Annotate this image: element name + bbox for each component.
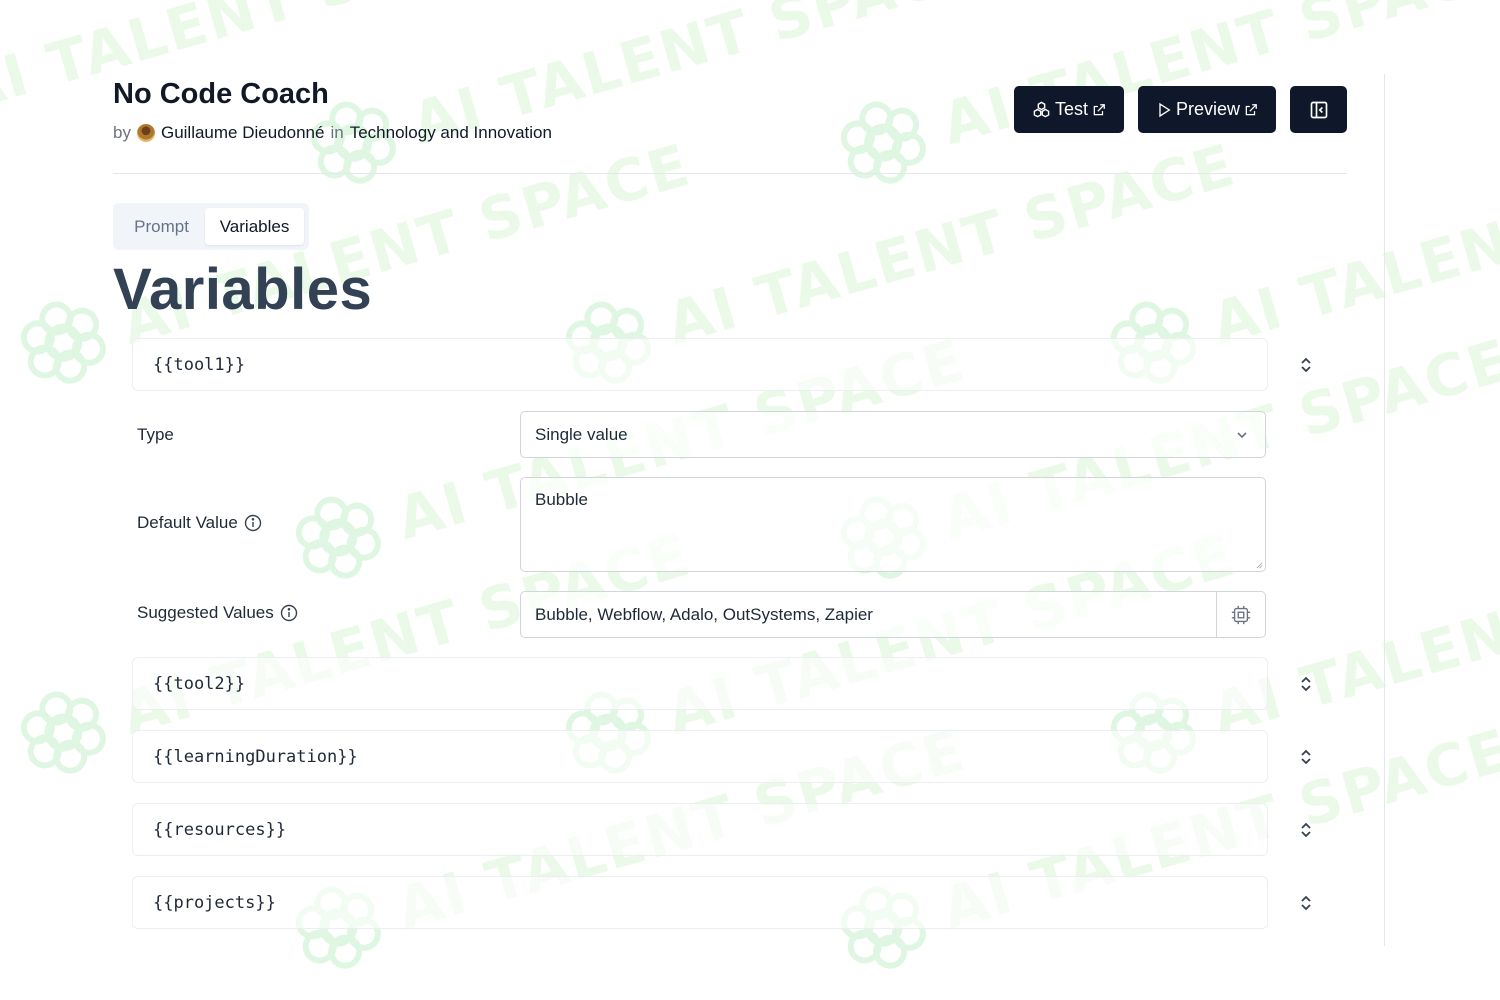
variable-row-resources[interactable]: {{resources}} bbox=[132, 803, 1268, 856]
toolbar: Test Preview bbox=[1014, 86, 1347, 133]
play-icon bbox=[1159, 102, 1171, 117]
right-panel-border bbox=[1384, 74, 1385, 946]
test-icon bbox=[1033, 101, 1050, 118]
watermark: AI TALENT SPACE bbox=[298, 0, 991, 198]
variable-row-learning-duration[interactable]: {{learningDuration}} bbox=[132, 730, 1268, 783]
preview-label: Preview bbox=[1175, 99, 1241, 119]
sidebar-collapse-icon bbox=[1310, 101, 1327, 118]
variable-name: {{tool1}} bbox=[153, 354, 246, 375]
sidebar-toggle-button[interactable] bbox=[1290, 86, 1347, 133]
ai-generate-button[interactable] bbox=[1216, 592, 1265, 637]
header-divider bbox=[113, 173, 1347, 174]
external-link-icon bbox=[1093, 103, 1105, 115]
default-value-label: Default Value bbox=[137, 513, 262, 533]
chip-icon bbox=[1231, 605, 1251, 624]
info-icon bbox=[244, 514, 262, 532]
watermark-logo-icon bbox=[20, 691, 106, 774]
variable-name: {{resources}} bbox=[153, 819, 287, 840]
watermark-logo-icon bbox=[840, 101, 926, 184]
type-label-text: Type bbox=[137, 425, 174, 444]
in-word: in bbox=[330, 123, 344, 142]
type-select-value: Single value bbox=[535, 424, 628, 444]
variable-row-projects[interactable]: {{projects}} bbox=[132, 876, 1268, 929]
suggested-values-input[interactable]: Bubble, Webflow, Adalo, OutSystems, Zapi… bbox=[520, 591, 1266, 638]
suggested-values-text: Bubble, Webflow, Adalo, OutSystems, Zapi… bbox=[535, 604, 873, 624]
test-button[interactable]: Test bbox=[1014, 86, 1124, 133]
type-label: Type bbox=[137, 425, 174, 445]
variable-name: {{learningDuration}} bbox=[153, 746, 358, 767]
variable-name: {{tool2}} bbox=[153, 673, 246, 694]
preview-button[interactable]: Preview bbox=[1138, 86, 1276, 133]
watermark-logo-icon bbox=[295, 496, 381, 579]
page-title: No Code Coach bbox=[113, 78, 329, 110]
chevron-up-down-icon[interactable] bbox=[1298, 820, 1314, 840]
section-title: Variables bbox=[113, 257, 373, 322]
tab-prompt[interactable]: Prompt bbox=[118, 208, 205, 245]
chevron-down-icon bbox=[1237, 431, 1247, 438]
test-label: Test bbox=[1054, 99, 1088, 119]
author-link[interactable]: Guillaume Dieudonné bbox=[161, 123, 325, 143]
suggested-values-label: Suggested Values bbox=[137, 603, 298, 623]
tab-list: Prompt Variables bbox=[113, 203, 309, 250]
author-avatar bbox=[136, 124, 155, 142]
variable-row-tool2[interactable]: {{tool2}} bbox=[132, 657, 1268, 710]
tab-variables[interactable]: Variables bbox=[205, 208, 304, 245]
resize-handle-icon bbox=[1256, 562, 1263, 569]
by-prefix: by bbox=[113, 123, 131, 142]
default-value-textarea[interactable]: Bubble bbox=[520, 477, 1266, 572]
variable-row-tool1[interactable]: {{tool1}} bbox=[132, 338, 1268, 391]
default-value-label-text: Default Value bbox=[137, 513, 238, 532]
category-link[interactable]: Technology and Innovation bbox=[350, 123, 552, 143]
variable-name: {{projects}} bbox=[153, 892, 276, 913]
chevron-up-down-icon[interactable] bbox=[1298, 674, 1314, 694]
chevron-up-down-icon[interactable] bbox=[1298, 893, 1314, 913]
byline: by Guillaume Dieudonné in Technology and… bbox=[113, 123, 552, 143]
suggested-values-label-text: Suggested Values bbox=[137, 603, 274, 622]
default-value-text: Bubble bbox=[535, 490, 588, 509]
watermark-logo-icon bbox=[20, 301, 106, 384]
chevron-up-down-icon[interactable] bbox=[1298, 747, 1314, 767]
chevron-up-down-icon[interactable] bbox=[1298, 355, 1314, 375]
external-link-icon bbox=[1245, 103, 1257, 115]
info-icon bbox=[280, 604, 297, 622]
type-select[interactable]: Single value bbox=[520, 411, 1266, 458]
